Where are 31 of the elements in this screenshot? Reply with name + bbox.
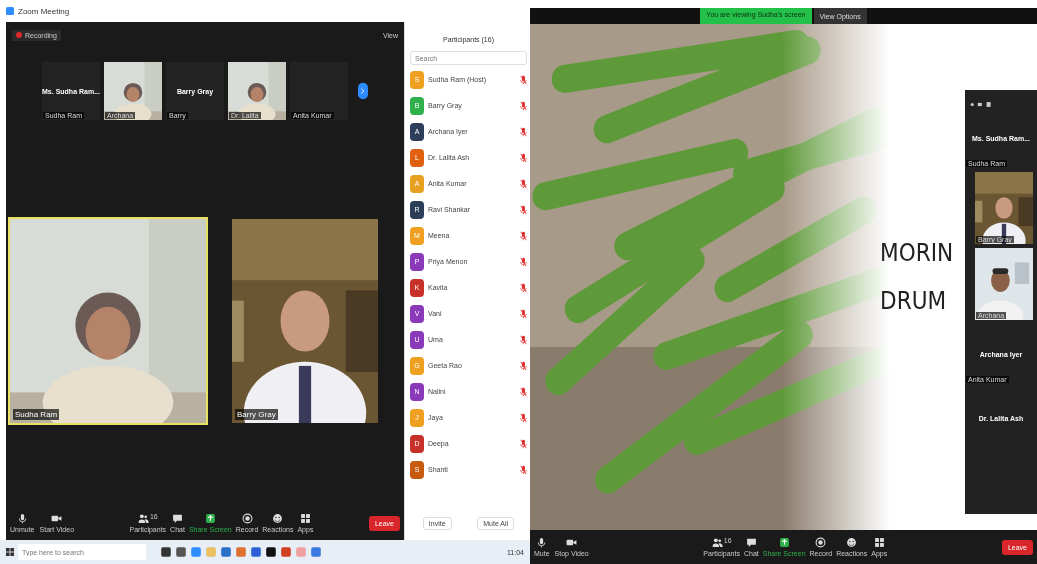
microphone-icon <box>16 513 28 524</box>
taskbar-app-icon[interactable] <box>265 545 277 559</box>
taskbar-app-icon[interactable] <box>160 545 172 559</box>
share-screen-icon <box>778 537 790 548</box>
camera-icon <box>566 537 578 548</box>
microphone-icon <box>536 537 548 548</box>
slide-text: MORIN <box>880 239 954 267</box>
name-caption: Sudha Ram <box>13 409 60 420</box>
window-title: Zoom Meeting <box>18 6 70 16</box>
smiley-icon <box>846 537 858 548</box>
slide-text: DRUM <box>880 287 948 315</box>
participant-tile <box>166 62 224 120</box>
next-page-icon[interactable] <box>358 82 368 100</box>
panel-controls-icon[interactable] <box>969 101 993 108</box>
camera-icon <box>51 513 63 524</box>
record-icon <box>241 513 253 524</box>
people-icon <box>137 513 149 524</box>
taskbar-app-icon[interactable] <box>175 545 187 559</box>
grid-icon <box>873 537 885 548</box>
participant-tile <box>42 62 100 120</box>
share-screen-icon <box>204 513 216 524</box>
smiley-icon <box>272 513 284 524</box>
record-icon <box>815 537 827 548</box>
people-icon <box>711 537 723 548</box>
app-icon <box>6 7 14 15</box>
chat-icon <box>172 513 183 524</box>
name-caption: Barry Gray <box>235 409 278 420</box>
start-icon[interactable] <box>6 548 14 556</box>
grid-icon <box>299 513 311 524</box>
participant-tile <box>290 62 348 120</box>
chat-icon <box>745 537 757 548</box>
